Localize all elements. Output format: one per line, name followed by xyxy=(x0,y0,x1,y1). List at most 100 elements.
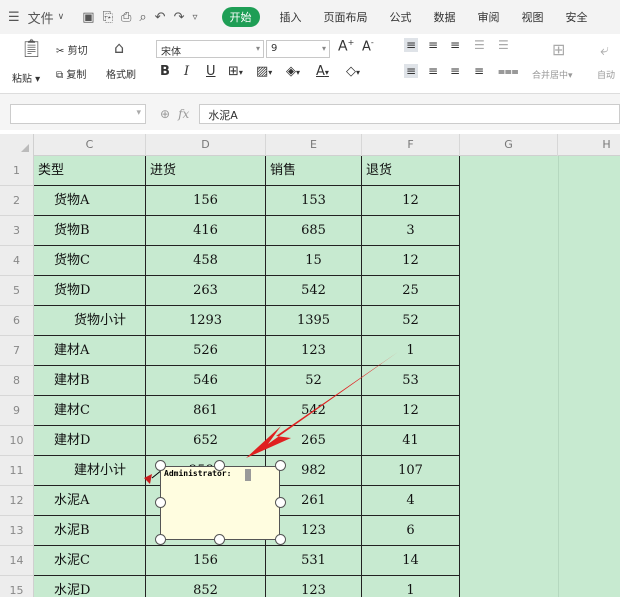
align-middle-icon[interactable]: ≡ xyxy=(428,38,438,52)
decrease-font-icon[interactable]: A- xyxy=(362,38,374,54)
cell-sale[interactable]: 542 xyxy=(266,276,362,306)
merge-center-icon[interactable]: ⊞ xyxy=(552,40,565,59)
align-top-icon[interactable]: ≡ xyxy=(404,38,419,52)
tab-data[interactable]: 数据 xyxy=(434,9,456,25)
row-header-3[interactable]: 3 xyxy=(0,216,34,246)
cell-return[interactable]: 12 xyxy=(362,246,460,276)
cell-return[interactable]: 12 xyxy=(362,396,460,426)
formula-input[interactable]: 水泥A xyxy=(199,104,620,124)
cell-type[interactable]: 水泥D xyxy=(34,576,146,597)
paste-icon[interactable]: 📋︎ xyxy=(20,38,43,59)
tab-review[interactable]: 审阅 xyxy=(478,9,500,25)
cell-type[interactable]: 水泥A xyxy=(34,486,146,516)
row-header-10[interactable]: 10 xyxy=(0,426,34,456)
fx-icon[interactable]: fx xyxy=(178,107,189,121)
tab-view[interactable]: 视图 xyxy=(522,9,544,25)
save-icon[interactable]: ▣ xyxy=(82,10,94,25)
cell-type[interactable]: 货物小计 xyxy=(34,306,146,336)
cell-type[interactable]: 建材C xyxy=(34,396,146,426)
row-header-15[interactable]: 15 xyxy=(0,576,34,597)
cell-return[interactable]: 53 xyxy=(362,366,460,396)
cell-type[interactable]: 货物B xyxy=(34,216,146,246)
resize-handle-ne[interactable] xyxy=(275,460,286,471)
row-header-13[interactable]: 13 xyxy=(0,516,34,546)
tab-security[interactable]: 安全 xyxy=(566,9,588,25)
indent-increase-icon[interactable]: ☰ xyxy=(498,38,509,52)
row-header-4[interactable]: 4 xyxy=(0,246,34,276)
cell-type[interactable]: 货物D xyxy=(34,276,146,306)
print-icon[interactable]: ⎙ xyxy=(121,10,131,25)
row-header-6[interactable]: 6 xyxy=(0,306,34,336)
cell-sale[interactable]: 1395 xyxy=(266,306,362,336)
row-header-11[interactable]: 11 xyxy=(0,456,34,486)
row-header-2[interactable]: 2 xyxy=(0,186,34,216)
justify-icon[interactable]: ≡ xyxy=(474,64,484,78)
column-header-h[interactable]: H xyxy=(558,134,620,156)
tab-home[interactable]: 开始 xyxy=(221,7,260,27)
font-name-select[interactable]: 宋体 ▾ xyxy=(156,40,264,58)
undo-icon[interactable]: ↶ xyxy=(155,10,166,25)
cell-in[interactable]: 458 xyxy=(146,246,266,276)
merge-center-button[interactable]: 合并居中▾ xyxy=(532,68,573,81)
cell-sale[interactable]: 542 xyxy=(266,396,362,426)
row-header-1[interactable]: 1 xyxy=(0,156,34,186)
row-header-5[interactable]: 5 xyxy=(0,276,34,306)
hamburger-icon[interactable]: ☰ xyxy=(8,10,20,25)
cell-sale[interactable]: 52 xyxy=(266,366,362,396)
indent-decrease-icon[interactable]: ☰ xyxy=(474,38,485,52)
cell-return[interactable]: 25 xyxy=(362,276,460,306)
cell-return[interactable]: 1 xyxy=(362,576,460,597)
customize-icon[interactable]: ▿ xyxy=(192,12,197,23)
zoom-icon[interactable]: ⊕ xyxy=(160,107,170,121)
tab-page-layout[interactable]: 页面布局 xyxy=(324,9,368,25)
cell-type[interactable]: 水泥B xyxy=(34,516,146,546)
cell-sale[interactable]: 265 xyxy=(266,426,362,456)
cell-sale[interactable]: 685 xyxy=(266,216,362,246)
cell-in[interactable]: 263 xyxy=(146,276,266,306)
cell-return[interactable]: 12 xyxy=(362,186,460,216)
header-cell-type[interactable]: 类型 xyxy=(34,156,146,186)
cell-sale[interactable]: 123 xyxy=(266,576,362,597)
italic-icon[interactable]: I xyxy=(184,64,189,79)
export-icon[interactable]: ⎘ xyxy=(103,10,113,25)
resize-handle-e[interactable] xyxy=(275,497,286,508)
cell-in[interactable]: 1293 xyxy=(146,306,266,336)
cell-sale[interactable]: 15 xyxy=(266,246,362,276)
cell-return[interactable]: 3 xyxy=(362,216,460,246)
resize-handle-se[interactable] xyxy=(275,534,286,545)
cell-type[interactable]: 货物C xyxy=(34,246,146,276)
cell-in[interactable]: 156 xyxy=(146,546,266,576)
name-box[interactable]: ▾ xyxy=(10,104,146,124)
paste-button[interactable]: 粘贴 ▾ xyxy=(12,70,40,85)
bold-icon[interactable]: B xyxy=(160,64,170,79)
align-bottom-icon[interactable]: ≡ xyxy=(450,38,460,52)
cell-in[interactable]: 852 xyxy=(146,576,266,597)
wrap-text-button[interactable]: 自动 xyxy=(597,68,615,81)
column-header-g[interactable]: G xyxy=(460,134,558,156)
font-size-select[interactable]: 9 ▾ xyxy=(266,40,330,58)
cell-type[interactable]: 建材小计 xyxy=(34,456,146,486)
cell-return[interactable]: 41 xyxy=(362,426,460,456)
cell-in[interactable]: 546 xyxy=(146,366,266,396)
eraser-icon[interactable]: ◇▾ xyxy=(346,64,360,79)
cell-return[interactable]: 1 xyxy=(362,336,460,366)
row-header-14[interactable]: 14 xyxy=(0,546,34,576)
tab-insert[interactable]: 插入 xyxy=(280,9,302,25)
column-header-c[interactable]: C xyxy=(34,134,146,156)
wrap-text-icon[interactable]: ⤶ xyxy=(600,40,609,60)
fill-style-icon[interactable]: ▨▾ xyxy=(256,64,272,79)
cell-sale[interactable]: 153 xyxy=(266,186,362,216)
distributed-icon[interactable]: ⩶ xyxy=(498,64,519,79)
border-icon[interactable]: ⊞▾ xyxy=(228,64,243,79)
row-header-12[interactable]: 12 xyxy=(0,486,34,516)
resize-handle-sw[interactable] xyxy=(155,534,166,545)
select-all-corner[interactable] xyxy=(0,134,34,156)
column-header-d[interactable]: D xyxy=(146,134,266,156)
cell-type[interactable]: 建材D xyxy=(34,426,146,456)
cell-type[interactable]: 水泥C xyxy=(34,546,146,576)
cell-in[interactable]: 416 xyxy=(146,216,266,246)
tab-formulas[interactable]: 公式 xyxy=(390,9,412,25)
copy-button[interactable]: ⧉ 复制 xyxy=(56,66,86,81)
comment-box[interactable]: Administrator: xyxy=(160,466,280,540)
file-menu[interactable]: 文件 xyxy=(28,8,54,27)
